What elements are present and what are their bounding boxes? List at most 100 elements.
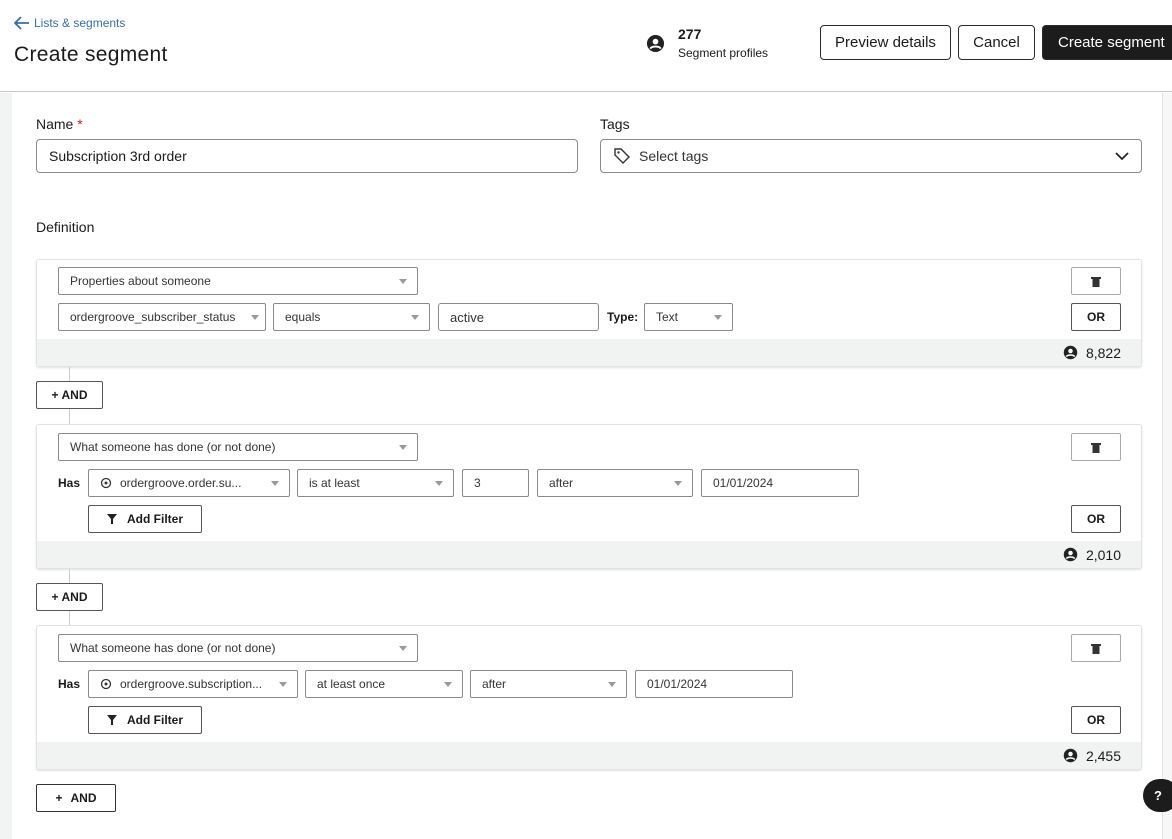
condition-type-select[interactable]: What someone has done (or not done) <box>58 433 418 461</box>
time-operator-select[interactable]: after <box>537 469 693 497</box>
has-label: Has <box>58 677 81 691</box>
profile-count: 277 <box>678 26 702 42</box>
value-text: active <box>450 309 484 325</box>
condition-type-select[interactable]: What someone has done (or not done) <box>58 634 418 662</box>
page-title: Create segment <box>14 43 168 66</box>
condition-count-bar: 2,010 <box>37 541 1141 568</box>
condition-count: 2,455 <box>1085 747 1121 764</box>
left-gutter <box>0 93 12 839</box>
and-label: AND <box>61 590 88 604</box>
connector-line <box>69 367 70 381</box>
type-label: Type: <box>607 310 639 324</box>
or-button[interactable]: OR <box>1071 505 1121 533</box>
metric-icon <box>100 678 112 690</box>
name-input-value: Subscription 3rd order <box>49 148 187 164</box>
time-operator-value: after <box>549 476 574 490</box>
delete-condition-button[interactable] <box>1071 433 1121 461</box>
user-icon <box>646 34 665 53</box>
filter-icon <box>107 514 117 524</box>
metric-icon <box>100 477 112 489</box>
delete-condition-button[interactable] <box>1071 267 1121 295</box>
metric-select[interactable]: ordergroove.order.su... <box>88 469 290 497</box>
operator-select[interactable]: at least once <box>305 670 463 698</box>
definition-label: Definition <box>36 219 95 235</box>
condition-type-select[interactable]: Properties about someone <box>58 267 418 295</box>
cancel-button[interactable]: Cancel <box>958 25 1035 60</box>
property-select[interactable]: ordergroove_subscriber_status <box>58 303 266 331</box>
count-value: 3 <box>474 476 481 490</box>
operator-value: is at least <box>309 476 360 490</box>
condition-block: What someone has done (or not done) Has … <box>36 424 1142 569</box>
or-button[interactable]: OR <box>1071 303 1121 331</box>
value-input[interactable]: active <box>438 303 599 331</box>
back-link[interactable]: Lists & segments <box>14 16 125 30</box>
add-filter-button[interactable]: Add Filter <box>88 706 202 734</box>
date-value: 01/01/2024 <box>713 476 774 490</box>
tags-placeholder: Select tags <box>639 148 709 164</box>
create-segment-button[interactable]: Create segment <box>1042 25 1172 60</box>
required-mark: * <box>77 116 83 132</box>
metric-select[interactable]: ordergroove.subscription... <box>88 670 298 698</box>
back-link-label: Lists & segments <box>34 16 126 30</box>
page-header: Lists & segments Create segment 277 Segm… <box>0 0 1172 92</box>
operator-select[interactable]: is at least <box>297 469 454 497</box>
condition-count-bar: 2,455 <box>37 742 1141 769</box>
metric-value: ordergroove.subscription... <box>120 677 263 691</box>
user-icon <box>1063 547 1078 562</box>
plus-icon: + <box>55 791 63 805</box>
value-type-select[interactable]: Text <box>644 303 733 331</box>
scrollbar[interactable] <box>1162 93 1172 839</box>
arrow-left-icon <box>14 16 29 30</box>
and-label: AND <box>61 388 88 402</box>
condition-type-value: Properties about someone <box>70 274 211 288</box>
condition-count-bar: 8,822 <box>37 339 1141 366</box>
or-button[interactable]: OR <box>1071 706 1121 734</box>
filter-icon <box>107 715 117 725</box>
date-value: 01/01/2024 <box>647 677 708 691</box>
operator-value: at least once <box>317 677 386 691</box>
name-label-text: Name <box>36 116 74 132</box>
add-filter-label: Add Filter <box>127 713 183 727</box>
preview-details-button[interactable]: Preview details <box>820 25 951 60</box>
condition-block: Properties about someone ordergroove_sub… <box>36 259 1142 367</box>
condition-count: 2,010 <box>1085 546 1121 563</box>
name-input[interactable]: Subscription 3rd order <box>36 139 578 173</box>
tags-select[interactable]: Select tags <box>600 139 1142 173</box>
delete-condition-button[interactable] <box>1071 634 1121 662</box>
and-button[interactable]: + AND <box>36 583 103 611</box>
help-button[interactable]: ? <box>1143 779 1172 812</box>
chevron-down-icon <box>1115 151 1129 160</box>
trash-icon <box>1091 643 1101 654</box>
add-and-group-button[interactable]: + AND <box>36 784 116 812</box>
operator-value: equals <box>285 310 321 324</box>
connector-line <box>69 409 70 424</box>
date-input[interactable]: 01/01/2024 <box>701 469 859 497</box>
tag-icon <box>614 148 630 164</box>
condition-block: What someone has done (or not done) Has … <box>36 625 1142 770</box>
and-label: AND <box>70 791 97 805</box>
time-operator-select[interactable]: after <box>470 670 627 698</box>
and-button[interactable]: + AND <box>36 381 103 409</box>
count-input[interactable]: 3 <box>462 469 529 497</box>
condition-count: 8,822 <box>1085 344 1121 361</box>
value-type-value: Text <box>656 310 679 324</box>
has-label: Has <box>58 476 81 490</box>
add-filter-button[interactable]: Add Filter <box>88 505 202 533</box>
trash-icon <box>1091 276 1101 287</box>
profile-count-label: Segment profiles <box>678 46 769 60</box>
connector-line <box>69 569 70 583</box>
operator-select[interactable]: equals <box>273 303 430 331</box>
user-icon <box>1063 345 1078 360</box>
user-icon <box>1063 748 1078 763</box>
trash-icon <box>1091 442 1101 453</box>
date-input[interactable]: 01/01/2024 <box>635 670 793 698</box>
plus-icon: + <box>51 388 59 402</box>
property-value: ordergroove_subscriber_status <box>70 310 236 324</box>
condition-type-value: What someone has done (or not done) <box>70 641 276 655</box>
plus-icon: + <box>51 590 59 604</box>
connector-line <box>69 611 70 625</box>
tags-label: Tags <box>600 116 630 132</box>
add-filter-label: Add Filter <box>127 512 183 526</box>
condition-type-value: What someone has done (or not done) <box>70 440 276 454</box>
name-label: Name * <box>36 116 83 132</box>
